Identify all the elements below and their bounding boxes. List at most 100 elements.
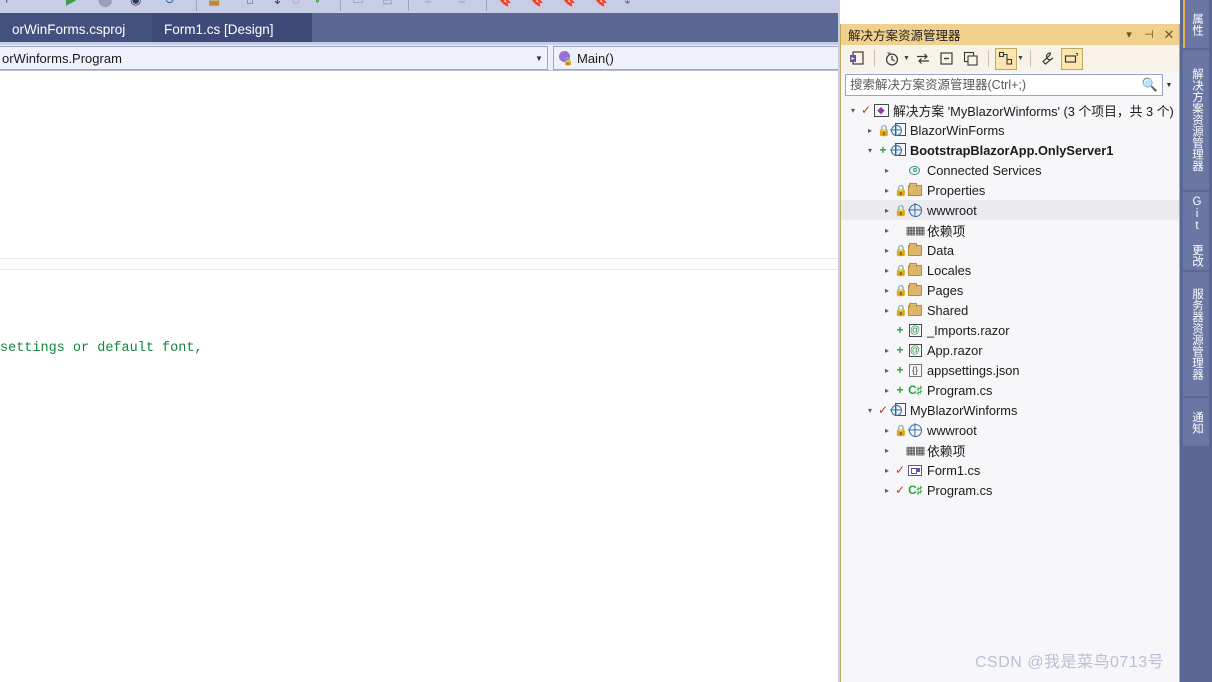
tree-item[interactable]: ▸ Connected Services	[841, 160, 1179, 180]
prev-bookmark-icon[interactable]: 🔖	[528, 0, 544, 6]
tree-item[interactable]: ▸ 🔒 Locales	[841, 260, 1179, 280]
tree-item-label: wwwroot	[927, 422, 977, 438]
start-debug-icon[interactable]: ▶	[66, 0, 76, 6]
rail-tab[interactable]: 属性	[1183, 0, 1209, 48]
tree-item[interactable]: ▸ + {} appsettings.json	[841, 360, 1179, 380]
tree-item[interactable]: ▸ + C♯ Program.cs	[841, 380, 1179, 400]
code-divider	[0, 269, 840, 270]
locked-badge-icon: 🔒	[894, 284, 908, 297]
pin-icon[interactable]: ⊣	[1139, 28, 1159, 41]
project-icon	[890, 402, 906, 417]
properties-icon[interactable]	[1037, 48, 1059, 70]
search-icon[interactable]: 🔍	[1142, 77, 1158, 93]
code-comment-text: settings or default font,	[0, 341, 203, 356]
step-out-icon[interactable]: ⇟	[272, 0, 283, 6]
close-icon[interactable]: ✕	[1159, 27, 1179, 43]
tree-expander-icon[interactable]: ▾	[863, 146, 877, 155]
clear-bookmarks-icon[interactable]: 🔖	[592, 0, 608, 6]
next-bookmark-icon[interactable]: 🔖	[560, 0, 576, 6]
tree-item-label: Locales	[927, 262, 972, 278]
globe-icon	[908, 423, 922, 437]
tree-expander-icon[interactable]: ▸	[880, 166, 894, 175]
tree-item[interactable]: ▸ ✓ Form1.cs	[841, 460, 1179, 480]
solution-view-icon[interactable]	[994, 47, 1017, 70]
tree-item[interactable]: ▸ ▦▦ 依赖项	[841, 220, 1179, 240]
panel-menu-dropdown-icon[interactable]: ▾	[1119, 28, 1139, 41]
tree-item-label: Pages	[927, 282, 964, 298]
home-icon[interactable]	[846, 48, 868, 70]
uncomment-icon[interactable]: ⊟	[382, 0, 393, 6]
tree-expander-icon[interactable]: ▸	[880, 346, 894, 355]
tree-expander-icon[interactable]: ▸	[880, 386, 894, 395]
pending-changes-dropdown-icon[interactable]: ▼	[903, 55, 910, 62]
rail-tab[interactable]: 通知	[1183, 398, 1209, 446]
tree-item[interactable]: ▸ 🔒 Pages	[841, 280, 1179, 300]
tree-item[interactable]: ▸ 🔒 Properties	[841, 180, 1179, 200]
locked-badge-icon: 🔒	[894, 204, 908, 217]
type-dropdown[interactable]: orWinforms.Program ▼	[0, 46, 548, 70]
tree-expander-icon[interactable]: ▸	[880, 286, 894, 295]
tree-expander-icon[interactable]: ▸	[880, 426, 894, 435]
comment-block-icon[interactable]: ▭	[352, 0, 364, 6]
rail-tab[interactable]: 解决方案资源管理器	[1183, 50, 1209, 190]
tab-csproj[interactable]: orWinForms.csproj	[0, 13, 152, 45]
tree-expander-icon[interactable]: ▸	[880, 466, 894, 475]
tree-expander-icon[interactable]: ▾	[846, 106, 860, 115]
tree-expander-icon[interactable]: ▸	[880, 186, 894, 195]
tree-expander-icon[interactable]: ▸	[880, 266, 894, 275]
pending-changes-icon-svg	[885, 52, 899, 66]
tree-item[interactable]: ▾ ✓ ◆ 解决方案 'MyBlazorWinforms' (3 个项目，共 3 个)	[841, 100, 1179, 120]
show-all-files-icon[interactable]	[960, 48, 982, 70]
stop-icon[interactable]: ⬤	[98, 0, 113, 6]
tree-item[interactable]: ▸ 🔒 wwwroot	[841, 420, 1179, 440]
solution-view-dropdown-icon[interactable]: ▼	[1017, 55, 1024, 62]
tab-form1-design[interactable]: Form1.cs [Design]	[152, 13, 312, 45]
toolbar-overflow-icon[interactable]: ⇟	[622, 0, 633, 6]
tree-expander-icon[interactable]: ▸	[880, 366, 894, 375]
tree-expander-icon[interactable]: ▸	[863, 126, 877, 135]
restart-icon[interactable]: ↻	[164, 0, 175, 6]
check-icon[interactable]: ✓	[314, 0, 325, 6]
tree-expander-icon[interactable]: ▸	[880, 226, 894, 235]
tree-expander-icon[interactable]: ▾	[863, 406, 877, 415]
search-options-dropdown-icon[interactable]: ▼	[1163, 82, 1175, 89]
tree-item[interactable]: ▸ 🔒 Shared	[841, 300, 1179, 320]
tree-item[interactable]: ▸ ✓ C♯ Program.cs	[841, 480, 1179, 500]
step-into-icon[interactable]: ⬓	[208, 0, 220, 6]
tree-item[interactable]: ▸ + @ App.razor	[841, 340, 1179, 360]
tree-item[interactable]: ▾ + BootstrapBlazorApp.OnlyServer1	[841, 140, 1179, 160]
tree-item[interactable]: ▸ 🔒 wwwroot	[841, 200, 1179, 220]
indent-icon[interactable]: ≡	[424, 0, 432, 6]
member-dropdown[interactable]: 🔒 Main()	[553, 46, 840, 70]
csharp-icon: C♯	[908, 483, 922, 497]
code-editor-surface[interactable]: settings or default font,	[0, 71, 840, 682]
tree-item-label: App.razor	[927, 342, 983, 358]
search-box[interactable]: 🔍	[845, 74, 1163, 96]
solution-tree[interactable]: ▾ ✓ ◆ 解决方案 'MyBlazorWinforms' (3 个项目，共 3 个)…	[841, 100, 1179, 680]
tree-item[interactable]: + @ _Imports.razor	[841, 320, 1179, 340]
sync-icon-svg	[916, 53, 929, 64]
hot-reload-icon[interactable]: ◉	[130, 0, 141, 6]
tree-expander-icon[interactable]: ▸	[880, 306, 894, 315]
bookmark-icon[interactable]: 🔖	[496, 0, 512, 6]
tree-expander-icon[interactable]: ▸	[880, 446, 894, 455]
breakpoint-icon[interactable]: ◌	[292, 0, 300, 6]
step-over-icon[interactable]: ⌂	[246, 0, 254, 6]
rail-tab[interactable]: 服务器资源管理器	[1183, 272, 1209, 396]
tree-item[interactable]: ▸ 🔒 BlazorWinForms	[841, 120, 1179, 140]
tree-expander-icon[interactable]: ▸	[880, 246, 894, 255]
tree-expander-icon[interactable]: ▸	[880, 486, 894, 495]
tree-item[interactable]: ▸ ▦▦ 依赖项	[841, 440, 1179, 460]
sync-with-active-document-icon[interactable]	[912, 48, 934, 70]
rail-tab[interactable]: Git 更改	[1183, 192, 1209, 270]
tree-item-label: _Imports.razor	[927, 322, 1010, 338]
tree-item[interactable]: ▸ 🔒 Data	[841, 240, 1179, 260]
tree-expander-icon[interactable]: ▸	[880, 206, 894, 215]
outdent-icon[interactable]: ≡	[458, 0, 466, 6]
tree-item-label: appsettings.json	[927, 362, 1020, 378]
preview-selected-items-icon[interactable]	[1060, 47, 1083, 70]
tree-item[interactable]: ▾ ✓ MyBlazorWinforms	[841, 400, 1179, 420]
pending-changes-icon[interactable]	[881, 48, 903, 70]
collapse-all-icon[interactable]	[936, 48, 958, 70]
search-input[interactable]	[850, 78, 1142, 92]
